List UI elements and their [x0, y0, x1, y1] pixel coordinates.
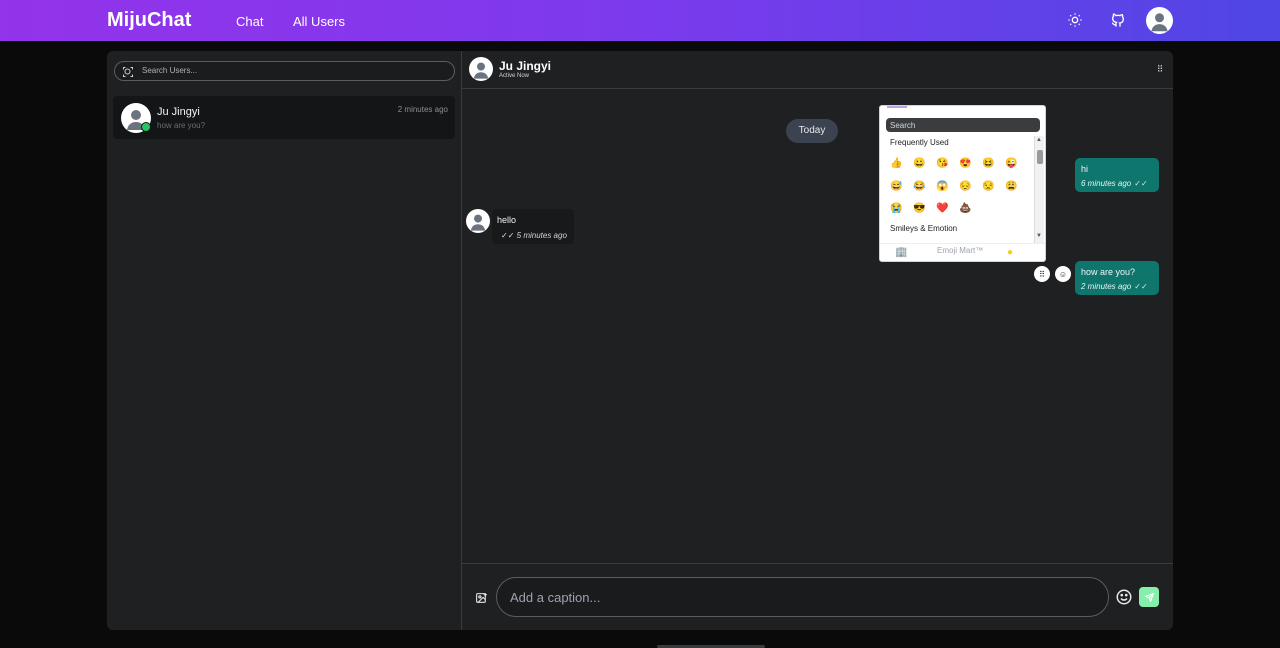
caption-input[interactable] [496, 577, 1109, 617]
emoji-item[interactable]: 😅 [890, 181, 902, 193]
chat-contact-name: Ju Jingyi [499, 59, 552, 73]
chat-area: Ju Jingyi Active Now ⠿ Today hello ✓✓ 5 … [462, 51, 1173, 630]
emoji-item[interactable]: 😭 [890, 203, 902, 215]
emoji-category-label: Frequently Used [890, 138, 949, 147]
chat-panel: Search Users... Ju Jingyi how are you? 2… [107, 51, 1173, 630]
emoji-picker-toggle-icon[interactable] [1115, 588, 1133, 606]
nav-all-users-link[interactable]: All Users [293, 14, 345, 29]
message-outgoing[interactable]: hi 6 minutes ago ✓✓ [1075, 158, 1159, 192]
emoji-item[interactable]: 😀 [913, 158, 925, 170]
search-icon [122, 65, 134, 77]
chat-contact-avatar [469, 57, 493, 81]
search-placeholder: Search Users... [142, 66, 198, 75]
chat-options-icon[interactable]: ⠿ [1156, 64, 1164, 74]
emoji-item[interactable]: 😱 [936, 181, 948, 193]
emoji-picker-footer: 🏢 Emoji Mart™ ● [880, 243, 1045, 261]
emoji-search-input[interactable]: Search [886, 118, 1040, 132]
message-meta: 2 minutes ago ✓✓ [1081, 282, 1148, 291]
message-meta: ✓✓ 5 minutes ago [498, 231, 567, 240]
top-navbar: MijuChat Chat All Users [0, 0, 1280, 41]
github-icon[interactable] [1108, 10, 1128, 30]
sun-icon[interactable] [1065, 10, 1085, 30]
send-button[interactable] [1139, 587, 1159, 607]
conversation-last-message: how are you? [157, 121, 206, 130]
emoji-mart-label: Emoji Mart™ [937, 246, 984, 255]
chat-header: Ju Jingyi Active Now ⠿ [462, 51, 1173, 89]
chat-contact-status: Active Now [499, 73, 530, 79]
conversation-time: 2 minutes ago [397, 105, 448, 114]
message-incoming[interactable]: hello ✓✓ 5 minutes ago [492, 209, 574, 244]
emoji-item[interactable]: 😩 [1005, 181, 1017, 193]
sidebar: Search Users... Ju Jingyi how are you? 2… [107, 51, 462, 630]
message-options-icon[interactable]: ⠿ [1034, 266, 1050, 282]
image-upload-icon[interactable] [475, 592, 488, 605]
message-composer [462, 563, 1173, 630]
date-divider: Today [786, 119, 838, 143]
react-emoji-icon[interactable]: ☺ [1055, 266, 1071, 282]
emoji-search-placeholder: Search [890, 121, 916, 130]
flags-icon[interactable]: 🏢 [895, 247, 907, 258]
message-text: hi [1081, 164, 1089, 174]
emoji-item[interactable]: 😆 [982, 158, 994, 170]
message-time: 6 minutes ago [1081, 179, 1132, 188]
scroll-down-icon[interactable]: ▼ [1036, 233, 1042, 239]
emoji-item[interactable]: 💩 [959, 203, 971, 215]
user-search-box[interactable]: Search Users... [114, 61, 455, 81]
emoji-category-label: Smileys & Emotion [890, 224, 958, 233]
emoji-item[interactable]: 😘 [936, 158, 948, 170]
skin-tone-icon[interactable]: ● [1007, 247, 1013, 258]
emoji-item[interactable]: 😔 [959, 181, 971, 193]
emoji-item[interactable]: 😍 [959, 158, 971, 170]
message-meta: 6 minutes ago ✓✓ [1081, 179, 1148, 188]
double-check-icon: ✓✓ [501, 231, 515, 240]
send-icon [1144, 592, 1154, 602]
message-text: how are you? [1081, 267, 1136, 277]
emoji-item[interactable]: 😎 [913, 203, 925, 215]
double-check-icon: ✓✓ [1134, 282, 1148, 291]
picker-active-tab [887, 106, 907, 108]
conversation-item[interactable]: Ju Jingyi how are you? 2 minutes ago [113, 96, 455, 139]
double-check-icon: ✓✓ [1134, 179, 1148, 188]
message-time: 2 minutes ago [1081, 282, 1132, 291]
emoji-item[interactable]: ❤️ [936, 203, 948, 215]
emoji-item[interactable]: 😜 [1005, 158, 1017, 170]
online-indicator [141, 122, 151, 132]
scroll-up-icon[interactable]: ▲ [1036, 137, 1042, 143]
brand-logo[interactable]: MijuChat [107, 9, 191, 32]
user-avatar[interactable] [1146, 7, 1173, 34]
scrollbar-thumb[interactable] [1037, 150, 1043, 164]
emoji-scrollbar[interactable]: ▲ ▼ [1034, 136, 1044, 243]
emoji-item[interactable]: 😂 [913, 181, 925, 193]
nav-chat-link[interactable]: Chat [236, 14, 263, 29]
incoming-avatar [466, 209, 490, 233]
emoji-item[interactable]: 😒 [982, 181, 994, 193]
message-time: 5 minutes ago [516, 231, 567, 240]
message-outgoing[interactable]: how are you? 2 minutes ago ✓✓ [1075, 261, 1159, 295]
message-text: hello [497, 215, 517, 225]
conversation-name: Ju Jingyi [157, 106, 200, 118]
emoji-picker: Search Frequently Used 👍 😀 😘 😍 😆 😜 😅 😂 😱… [879, 105, 1046, 262]
emoji-item[interactable]: 👍 [890, 158, 902, 170]
